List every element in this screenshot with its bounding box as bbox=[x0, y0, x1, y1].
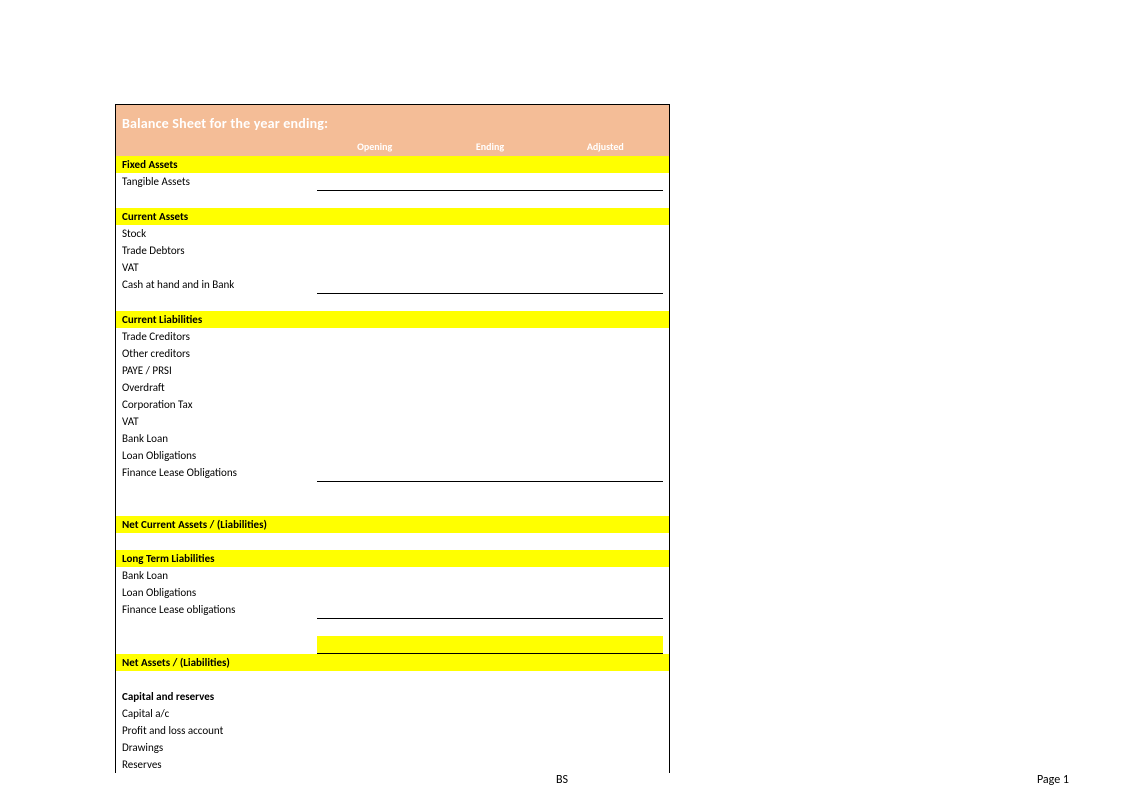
row-pl-account: Profit and loss account bbox=[116, 722, 669, 739]
spacer bbox=[116, 499, 669, 516]
col-ending: Ending bbox=[432, 140, 547, 153]
row-trade-creditors: Trade Creditors bbox=[116, 328, 669, 345]
section-net-assets: Net Assets / (Liabilities) bbox=[116, 654, 669, 671]
row-vat-liab: VAT bbox=[116, 413, 669, 430]
spacer bbox=[116, 294, 669, 311]
col-adjusted: Adjusted bbox=[548, 140, 663, 153]
spacer bbox=[116, 671, 669, 688]
row-loan-obligations-lt: Loan Obligations bbox=[116, 584, 669, 601]
footer-page-number: Page 1 bbox=[1037, 773, 1069, 787]
row-drawings: Drawings bbox=[116, 739, 669, 756]
yellow-total-bar bbox=[116, 636, 669, 654]
section-fixed-assets: Fixed Assets bbox=[116, 156, 669, 173]
section-long-term-liabilities: Long Term Liabilities bbox=[116, 550, 669, 567]
row-tangible-assets: Tangible Assets bbox=[116, 173, 669, 191]
col-opening: Opening bbox=[317, 140, 432, 153]
section-current-liabilities: Current Liabilities bbox=[116, 311, 669, 328]
section-current-assets: Current Assets bbox=[116, 208, 669, 225]
row-bank-loan-lt: Bank Loan bbox=[116, 567, 669, 584]
row-overdraft: Overdraft bbox=[116, 379, 669, 396]
row-capital-ac: Capital a/c bbox=[116, 705, 669, 722]
row-stock: Stock bbox=[116, 225, 669, 242]
sheet-title: Balance Sheet for the year ending: bbox=[122, 115, 663, 132]
row-cash: Cash at hand and in Bank bbox=[116, 276, 669, 294]
balance-sheet: Balance Sheet for the year ending: Openi… bbox=[115, 104, 670, 773]
spacer bbox=[116, 191, 669, 208]
row-reserves: Reserves bbox=[116, 756, 669, 773]
row-corporation-tax: Corporation Tax bbox=[116, 396, 669, 413]
row-other-creditors: Other creditors bbox=[116, 345, 669, 362]
spacer bbox=[116, 482, 669, 499]
section-net-current: Net Current Assets / (Liabilities) bbox=[116, 516, 669, 533]
row-finance-lease-lt: Finance Lease obligations bbox=[116, 601, 669, 619]
row-paye-prsi: PAYE / PRSI bbox=[116, 362, 669, 379]
row-finance-lease-cl: Finance Lease Obligations bbox=[116, 464, 669, 482]
sheet-header: Balance Sheet for the year ending: Openi… bbox=[116, 105, 669, 156]
row-bank-loan-cl: Bank Loan bbox=[116, 430, 669, 447]
row-loan-obligations-cl: Loan Obligations bbox=[116, 447, 669, 464]
footer-center: BS bbox=[0, 773, 1124, 787]
column-headers: Opening Ending Adjusted bbox=[122, 140, 663, 153]
spacer bbox=[116, 619, 669, 636]
spacer bbox=[116, 533, 669, 550]
section-capital-reserves: Capital and reserves bbox=[116, 688, 669, 705]
row-trade-debtors: Trade Debtors bbox=[116, 242, 669, 259]
row-vat-assets: VAT bbox=[116, 259, 669, 276]
